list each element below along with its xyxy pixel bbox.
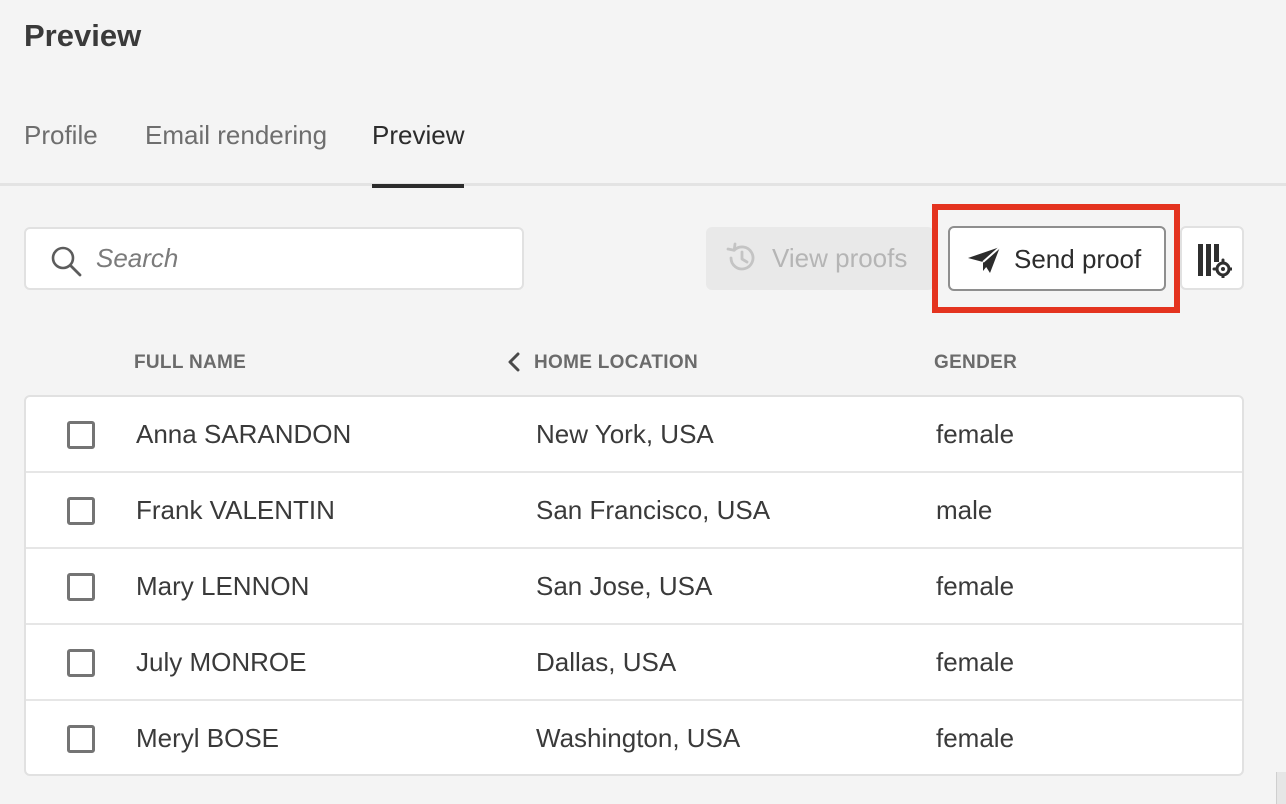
tab-bar: Profile Email rendering Preview xyxy=(0,100,1286,188)
chevron-left-icon[interactable] xyxy=(506,351,522,373)
table-row[interactable]: Mary LENNON San Jose, USA female xyxy=(26,549,1242,625)
search-box[interactable] xyxy=(24,227,524,290)
cell-gender: male xyxy=(936,495,993,525)
cell-full-name: Frank VALENTIN xyxy=(136,495,335,525)
cell-full-name: Anna SARANDON xyxy=(136,419,352,449)
cell-home-location: Dallas, USA xyxy=(536,647,677,677)
row-checkbox[interactable] xyxy=(67,725,95,753)
cell-home-location: San Jose, USA xyxy=(536,571,713,601)
history-icon xyxy=(726,242,755,271)
cell-full-name: Meryl BOSE xyxy=(136,723,280,753)
column-header-full-name[interactable]: FULL NAME xyxy=(134,352,246,374)
cell-full-name: Mary LENNON xyxy=(136,571,310,601)
cell-gender: female xyxy=(936,571,1015,601)
cell-gender: female xyxy=(936,419,1015,449)
tab-preview[interactable]: Preview xyxy=(372,120,465,188)
search-input[interactable] xyxy=(96,235,506,282)
row-checkbox[interactable] xyxy=(67,649,95,677)
row-checkbox[interactable] xyxy=(67,421,95,449)
paper-plane-icon xyxy=(968,246,1001,273)
column-header-gender[interactable]: GENDER xyxy=(934,352,1017,374)
cell-home-location: San Francisco, USA xyxy=(536,495,771,525)
send-proof-label: Send proof xyxy=(1014,244,1142,274)
scrollbar[interactable] xyxy=(1276,772,1286,804)
send-proof-button[interactable]: Send proof xyxy=(948,226,1166,291)
page-title: Preview xyxy=(24,18,142,53)
preview-panel: Preview Profile Email rendering Preview … xyxy=(0,0,1286,804)
view-proofs-label: View proofs xyxy=(772,243,908,273)
cell-full-name: July MONROE xyxy=(136,647,307,677)
row-checkbox[interactable] xyxy=(67,497,95,525)
table-row[interactable]: Meryl BOSE Washington, USA female xyxy=(26,701,1242,774)
tab-email-rendering[interactable]: Email rendering xyxy=(145,120,327,186)
column-settings-button[interactable] xyxy=(1180,226,1244,290)
table-row[interactable]: July MONROE Dallas, USA female xyxy=(26,625,1242,701)
cell-gender: female xyxy=(936,647,1015,677)
column-settings-icon xyxy=(1198,244,1232,278)
column-header-home-location[interactable]: HOME LOCATION xyxy=(534,352,698,374)
table-row[interactable]: Anna SARANDON New York, USA female xyxy=(26,397,1242,473)
tab-profile[interactable]: Profile xyxy=(24,120,98,186)
profiles-table: Anna SARANDON New York, USA female Frank… xyxy=(24,395,1244,776)
cell-gender: female xyxy=(936,723,1015,753)
row-checkbox[interactable] xyxy=(67,573,95,601)
cell-home-location: Washington, USA xyxy=(536,723,741,753)
search-icon xyxy=(51,246,82,277)
table-row[interactable]: Frank VALENTIN San Francisco, USA male xyxy=(26,473,1242,549)
view-proofs-button[interactable]: View proofs xyxy=(706,227,934,290)
cell-home-location: New York, USA xyxy=(536,419,714,449)
